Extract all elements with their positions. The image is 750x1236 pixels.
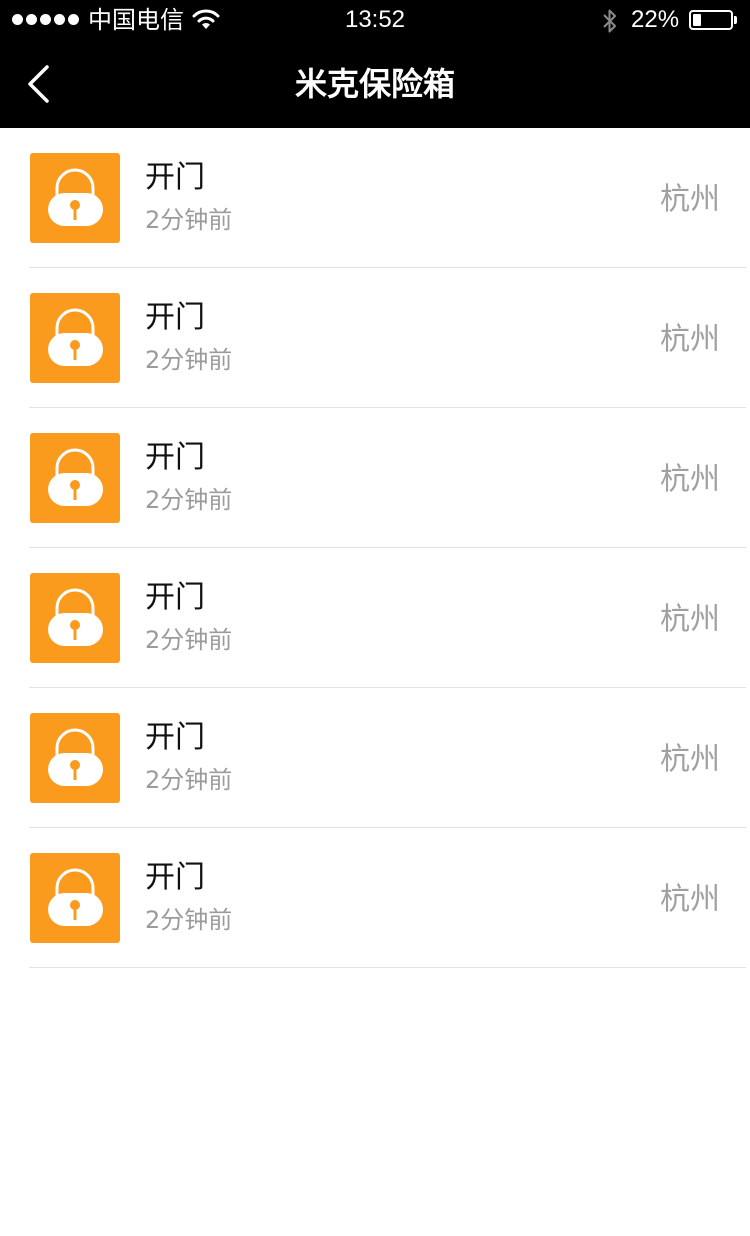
bluetooth-icon bbox=[603, 9, 616, 33]
divider bbox=[29, 967, 746, 968]
battery-percent: 22% bbox=[631, 6, 680, 33]
record-list: 开门 2分钟前 杭州 开门 2分钟前 杭州 开门 2分钟前 杭州 开门 2分钟前… bbox=[0, 128, 750, 968]
record-title: 开门 bbox=[145, 440, 205, 475]
record-location: 杭州 bbox=[660, 602, 720, 637]
navigation-bar: 米克保险箱 bbox=[0, 40, 750, 128]
record-title: 开门 bbox=[145, 160, 205, 195]
record-location: 杭州 bbox=[660, 742, 720, 777]
page-title: 米克保险箱 bbox=[294, 65, 455, 103]
record-time: 2分钟前 bbox=[145, 766, 233, 794]
battery-tip bbox=[734, 16, 737, 24]
lock-icon bbox=[30, 293, 120, 383]
status-bar: 中国电信 13:52 22% bbox=[0, 0, 750, 40]
record-location: 杭州 bbox=[660, 462, 720, 497]
record-title: 开门 bbox=[145, 580, 205, 615]
record-time: 2分钟前 bbox=[145, 626, 233, 654]
record-time: 2分钟前 bbox=[145, 906, 233, 934]
list-item[interactable]: 开门 2分钟前 杭州 bbox=[0, 688, 750, 828]
record-title: 开门 bbox=[145, 300, 205, 335]
record-location: 杭州 bbox=[660, 182, 720, 217]
lock-icon bbox=[30, 153, 120, 243]
record-time: 2分钟前 bbox=[145, 346, 233, 374]
record-title: 开门 bbox=[145, 720, 205, 755]
record-title: 开门 bbox=[145, 860, 205, 895]
list-item[interactable]: 开门 2分钟前 杭州 bbox=[0, 548, 750, 688]
lock-icon bbox=[30, 433, 120, 523]
record-location: 杭州 bbox=[660, 322, 720, 357]
list-item[interactable]: 开门 2分钟前 杭州 bbox=[0, 828, 750, 968]
record-time: 2分钟前 bbox=[145, 486, 233, 514]
list-item[interactable]: 开门 2分钟前 杭州 bbox=[0, 408, 750, 548]
lock-icon bbox=[30, 853, 120, 943]
list-item[interactable]: 开门 2分钟前 杭州 bbox=[0, 268, 750, 408]
lock-icon bbox=[30, 573, 120, 663]
battery-icon bbox=[689, 10, 733, 30]
list-item[interactable]: 开门 2分钟前 杭州 bbox=[0, 128, 750, 268]
record-location: 杭州 bbox=[660, 882, 720, 917]
lock-icon bbox=[30, 713, 120, 803]
record-time: 2分钟前 bbox=[145, 206, 233, 234]
